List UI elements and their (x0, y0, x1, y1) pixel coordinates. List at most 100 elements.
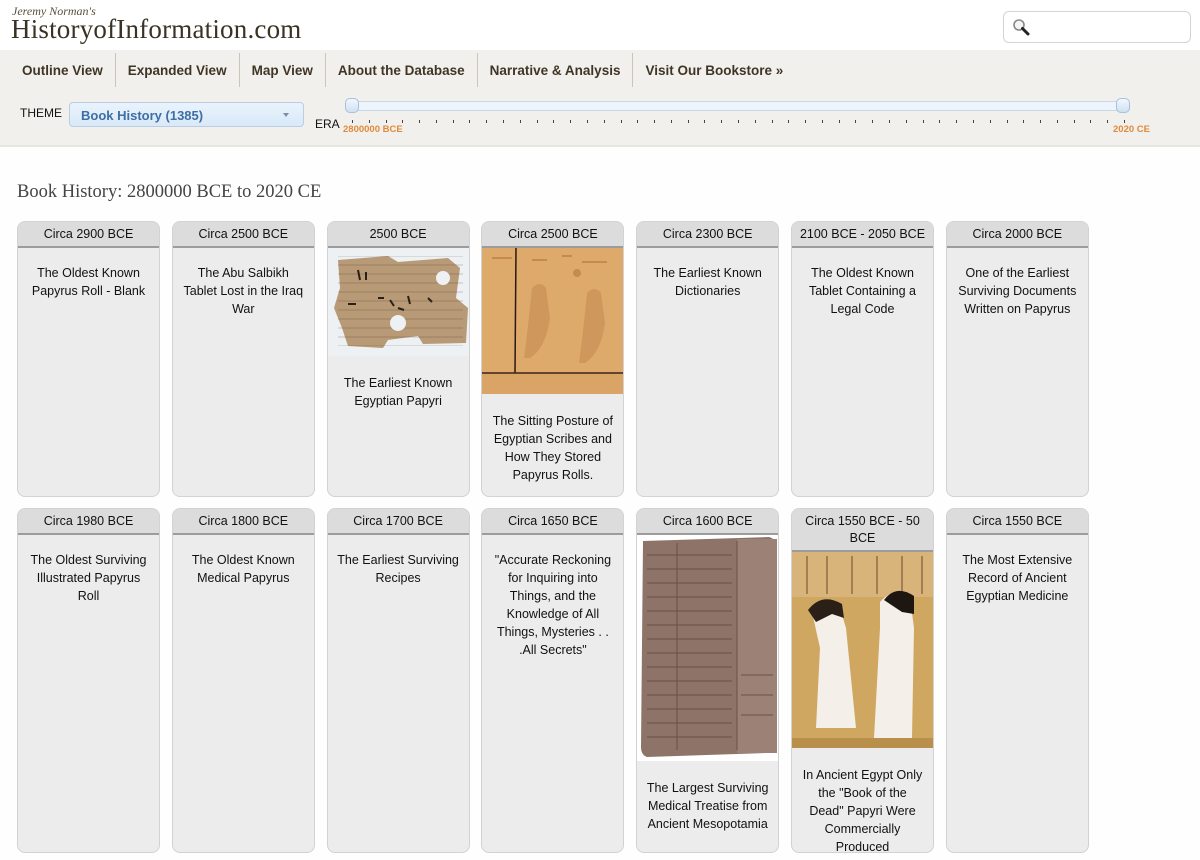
main-nav: Outline View Expanded View Map View Abou… (10, 53, 795, 87)
papyrus-fragment-image[interactable] (327, 248, 469, 356)
card-title[interactable]: "Accurate Reckoning for Inquiring into T… (482, 535, 623, 659)
scribes-relief-image[interactable] (482, 247, 624, 394)
card-title[interactable]: The Oldest Surviving Illustrated Papyrus… (18, 535, 159, 605)
nav-outline-view[interactable]: Outline View (10, 53, 116, 87)
timeline-card[interactable]: Circa 1700 BCE The Earliest Surviving Rec… (326, 508, 470, 853)
toolbar: Outline View Expanded View Map View Abou… (0, 50, 1200, 147)
card-date: Circa 1550 BCE - 50 BCE (792, 509, 933, 552)
nav-visit-bookstore[interactable]: Visit Our Bookstore » (633, 53, 795, 87)
era-tick (721, 120, 723, 123)
era-tick (1124, 120, 1125, 123)
era-tick (586, 120, 588, 123)
era-tick (771, 120, 773, 123)
theme-select[interactable]: Book History (1385) (69, 102, 304, 127)
card-title[interactable]: The Oldest Known Tablet Containing a Leg… (792, 248, 933, 318)
timeline-card[interactable]: Circa 1550 BCE The Most Extensive Record … (945, 508, 1089, 853)
era-tick (805, 120, 807, 123)
card-title[interactable]: In Ancient Egypt Only the "Book of the D… (792, 748, 933, 852)
site-header: Jeremy Norman's HistoryofInformation.com (0, 0, 1200, 50)
era-tick (469, 120, 471, 123)
nav-about-database[interactable]: About the Database (326, 53, 478, 87)
era-tick (922, 120, 924, 123)
nav-narrative-analysis[interactable]: Narrative & Analysis (478, 53, 634, 87)
search-box[interactable] (1003, 11, 1191, 43)
nav-map-view[interactable]: Map View (240, 53, 326, 87)
era-tick (1006, 120, 1008, 123)
card-date: Circa 1600 BCE (637, 509, 779, 535)
card-date: 2500 BCE (327, 222, 469, 248)
era-tick (821, 120, 823, 123)
era-tick (956, 120, 958, 123)
card-title[interactable]: The Earliest Known Egyptian Papyri (328, 356, 469, 410)
era-tick (872, 120, 874, 123)
era-tick (670, 120, 672, 123)
theme-selected-value: Book History (1385) (81, 108, 204, 123)
era-tick (603, 120, 605, 123)
era-min-label: 2800000 BCE (343, 124, 403, 135)
card-title[interactable]: The Largest Surviving Medical Treatise f… (637, 761, 778, 833)
era-tick (368, 120, 370, 123)
era-tick (435, 120, 437, 123)
card-date: Circa 2900 BCE (18, 222, 159, 248)
timeline-card[interactable]: Circa 1550 BCE - 50 BCE In Ancient Egypt … (791, 508, 934, 853)
era-tick (654, 120, 656, 123)
book-of-the-dead-image[interactable] (792, 552, 933, 748)
era-tick (972, 120, 974, 123)
era-tick (754, 120, 756, 123)
card-date: 2100 BCE - 2050 BCE (792, 222, 933, 248)
card-date: Circa 2500 BCE (482, 222, 624, 248)
timeline-card[interactable]: Circa 2500 BCE The Sitting Posture of Egy… (481, 221, 625, 497)
timeline-card[interactable]: 2100 BCE - 2050 BCE The Oldest Known Tabl… (791, 221, 934, 497)
timeline-card[interactable]: 2500 BCE The Earliest Known Egyptian Papy… (326, 221, 470, 497)
logo-site-name[interactable]: HistoryofInformation.com (11, 14, 302, 45)
card-date: Circa 1650 BCE (482, 509, 624, 535)
era-tick (503, 120, 505, 123)
timeline-card[interactable]: Circa 2900 BCE The Oldest Known Papyrus R… (17, 221, 160, 497)
card-title[interactable]: The Abu Salbikh Tablet Lost in the Iraq … (173, 248, 314, 318)
card-title[interactable]: The Most Extensive Record of Ancient Egy… (947, 535, 1088, 605)
clay-tablet-image[interactable] (637, 535, 779, 761)
card-date: Circa 1980 BCE (18, 509, 159, 535)
nav-expanded-view[interactable]: Expanded View (116, 53, 240, 87)
era-tick (385, 120, 387, 123)
chevron-down-icon (283, 113, 289, 117)
era-tick (838, 120, 840, 123)
card-title[interactable]: The Earliest Known Dictionaries (637, 248, 778, 300)
era-tick (352, 120, 353, 123)
card-date: Circa 2300 BCE (637, 222, 779, 248)
card-date: Circa 1800 BCE (172, 509, 314, 535)
era-tick (519, 120, 521, 123)
card-title[interactable]: One of the Earliest Surviving Documents … (947, 248, 1088, 318)
card-title[interactable]: The Sitting Posture of Egyptian Scribes … (482, 394, 623, 484)
era-tick (419, 120, 421, 123)
era-tick (905, 120, 907, 123)
timeline-card[interactable]: Circa 2300 BCE The Earliest Known Diction… (636, 221, 780, 497)
card-date: Circa 1550 BCE (946, 509, 1088, 535)
card-title[interactable]: The Oldest Known Medical Papyrus (173, 535, 314, 587)
era-slider-handle-min[interactable] (345, 98, 359, 113)
timeline-card[interactable]: Circa 1800 BCE The Oldest Known Medical P… (171, 508, 315, 853)
era-slider-track[interactable] (350, 101, 1126, 111)
search-input[interactable] (1036, 16, 1184, 38)
era-tick (637, 120, 639, 123)
era-tick (1056, 120, 1058, 123)
timeline-card[interactable]: Circa 2500 BCE The Abu Salbikh Tablet Los… (171, 221, 315, 497)
era-slider-handle-max[interactable] (1116, 98, 1130, 113)
card-title[interactable]: The Oldest Known Papyrus Roll - Blank (18, 248, 159, 300)
card-date: Circa 2000 BCE (946, 222, 1088, 248)
era-tick (486, 120, 488, 123)
era-tick (1023, 120, 1025, 123)
era-tick (1073, 120, 1075, 123)
era-tick (687, 120, 689, 123)
era-tick (620, 120, 622, 123)
card-title[interactable]: The Earliest Surviving Recipes (328, 535, 469, 587)
era-tick (536, 120, 538, 123)
search-icon (1013, 19, 1030, 36)
timeline-card[interactable]: Circa 1650 BCE "Accurate Reckoning for In… (481, 508, 625, 853)
era-tick (1040, 120, 1042, 123)
era-tick (570, 120, 572, 123)
timeline-card[interactable]: Circa 1980 BCE The Oldest Surviving Illus… (17, 508, 160, 853)
timeline-card[interactable]: Circa 2000 BCE One of the Earliest Surviv… (945, 221, 1089, 497)
era-tick (788, 120, 790, 123)
timeline-card[interactable]: Circa 1600 BCE The Largest Surviving Medi… (636, 508, 780, 853)
